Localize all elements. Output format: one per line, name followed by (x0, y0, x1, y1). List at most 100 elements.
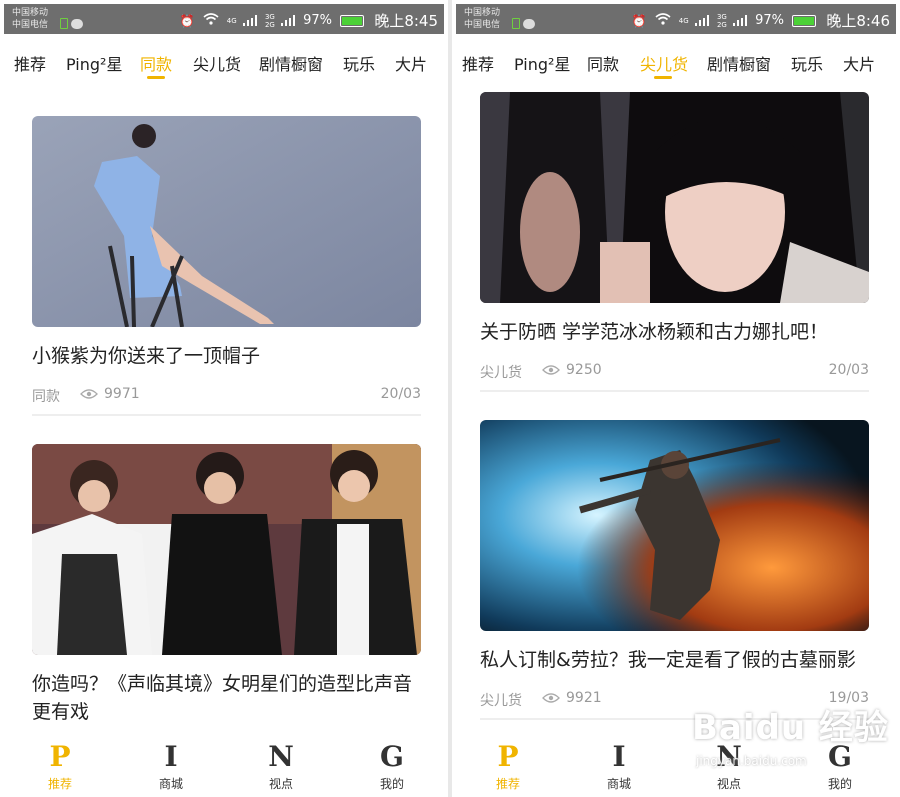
net-2g: 2G (716, 20, 727, 29)
wifi-icon (203, 13, 223, 28)
article-tag[interactable]: 尖儿货 (480, 690, 522, 710)
tab-hot-goods[interactable]: 尖儿货 (640, 51, 688, 75)
publish-date: 20/03 (828, 362, 869, 378)
carrier-2: 中国电信 (464, 20, 501, 30)
divider (480, 390, 869, 392)
message-icon (523, 18, 535, 29)
watermark-url: jingyan.baidu.com (696, 754, 807, 768)
signal-icon-2 (280, 15, 295, 26)
nav-label: 商城 (158, 777, 183, 791)
status-bar: 中国移动 中国电信 ⏰ 4G 3G 2G 97% 晚上8:45 (4, 4, 444, 34)
tab-fun[interactable]: 玩乐 (343, 51, 375, 75)
signal-icon (694, 15, 709, 26)
view-count: 9921 (566, 690, 602, 706)
tab-blockbuster[interactable]: 大片 (843, 51, 875, 75)
battery-icon (792, 14, 817, 27)
nav-label: 推荐 (47, 777, 72, 791)
network-type-2: 3G 2G (717, 13, 727, 29)
bottom-navigation: P 推荐 I 商城 N 视点 G 我的 (0, 740, 448, 797)
nav-mall[interactable]: I 商城 (141, 740, 201, 792)
alarm-icon: ⏰ (631, 13, 647, 28)
carrier-1: 中国移动 (464, 8, 501, 18)
nav-mall[interactable]: I 商城 (589, 740, 649, 792)
article-meta: 尖儿货 9250 20/03 (480, 362, 869, 382)
nav-label: 商城 (606, 777, 631, 791)
carrier-info: 中国移动 中国电信 (464, 7, 500, 31)
battery-percent: 97% (755, 13, 785, 28)
tab-same-style[interactable]: 同款 (140, 51, 172, 75)
status-right: ⏰ 4G 3G 2G 97% 晚上8:45 (180, 10, 438, 31)
article-title[interactable]: 私人订制&劳拉？我一定是看了假的古墓丽影 (480, 646, 869, 674)
carrier-1: 中国移动 (12, 8, 49, 18)
battery-icon (340, 14, 365, 27)
nav-recommend[interactable]: P 推荐 (478, 740, 538, 792)
nav-mine[interactable]: G 我的 (362, 740, 422, 792)
phone-screen-right: 中国移动 中国电信 ⏰ 4G 3G 2G 97% 晚上8:46 推荐 Ping²星… (452, 0, 900, 797)
tab-blockbuster[interactable]: 大片 (395, 51, 427, 75)
view-count: 9250 (566, 362, 602, 378)
article-image[interactable] (480, 92, 869, 303)
article-image[interactable] (32, 116, 421, 327)
eye-icon (542, 364, 560, 380)
tab-ping-star[interactable]: Ping²星 (66, 51, 122, 75)
network-type-2: 3G 2G (265, 13, 275, 29)
phone-screen-left: 中国移动 中国电信 ⏰ 4G 3G 2G 97% 晚上8:45 推荐 Ping²星… (0, 0, 448, 797)
article-tag[interactable]: 尖儿货 (480, 362, 522, 382)
alarm-icon: ⏰ (179, 13, 195, 28)
tab-recommend[interactable]: 推荐 (462, 51, 494, 75)
eye-icon (80, 388, 98, 404)
net-3g: 3G (716, 12, 727, 21)
i-icon: I (164, 740, 178, 773)
message-icon (71, 18, 83, 29)
status-bar: 中国移动 中国电信 ⏰ 4G 3G 2G 97% 晚上8:46 (456, 4, 896, 34)
view-count: 9971 (104, 386, 140, 402)
article-meta: 同款 9971 20/03 (32, 386, 421, 406)
carrier-2: 中国电信 (12, 20, 49, 30)
i-icon: I (612, 740, 626, 773)
sim-icon (60, 18, 68, 29)
tab-drama-window[interactable]: 剧情橱窗 (259, 51, 323, 75)
g-icon: G (380, 740, 404, 773)
active-tab-indicator (654, 76, 672, 79)
tab-ping-star[interactable]: Ping²星 (514, 51, 570, 75)
article-tag[interactable]: 同款 (32, 386, 60, 406)
signal-icon-2 (732, 15, 747, 26)
eye-icon (542, 692, 560, 708)
publish-date: 20/03 (380, 386, 421, 402)
net-2g: 2G (264, 20, 275, 29)
battery-percent: 97% (303, 13, 333, 28)
nav-viewpoint[interactable]: N 视点 (251, 740, 311, 792)
net-3g: 3G (264, 12, 275, 21)
article-image[interactable] (32, 444, 421, 655)
tab-hot-goods[interactable]: 尖儿货 (193, 51, 241, 75)
nav-recommend[interactable]: P 推荐 (30, 740, 90, 792)
article-title[interactable]: 小猴紫为你送来了一顶帽子 (32, 342, 421, 370)
n-icon: N (268, 740, 294, 773)
carrier-info: 中国移动 中国电信 (12, 7, 48, 31)
clock: 晚上8:45 (374, 12, 438, 30)
category-tabs: 推荐 Ping²星 同款 尖儿货 剧情橱窗 玩乐 大片 (452, 36, 900, 82)
tab-recommend[interactable]: 推荐 (14, 51, 46, 75)
p-icon: P (497, 740, 519, 773)
article-title[interactable]: 关于防晒 学学范冰冰杨颖和古力娜扎吧！ (480, 318, 869, 346)
active-tab-indicator (147, 76, 165, 79)
category-tabs: 推荐 Ping²星 同款 尖儿货 剧情橱窗 玩乐 大片 (0, 36, 448, 82)
signal-icon (242, 15, 257, 26)
tab-same-style[interactable]: 同款 (587, 51, 619, 75)
network-type: 4G (678, 16, 689, 25)
sim-icon (512, 18, 520, 29)
clock: 晚上8:46 (826, 12, 890, 30)
tab-drama-window[interactable]: 剧情橱窗 (707, 51, 771, 75)
divider (32, 414, 421, 416)
article-image[interactable] (480, 420, 869, 631)
nav-label: 视点 (268, 777, 293, 791)
tab-fun[interactable]: 玩乐 (791, 51, 823, 75)
nav-label: 推荐 (495, 777, 520, 791)
watermark-logo: Baidu 经验 (692, 708, 889, 748)
article-title[interactable]: 你造吗？《声临其境》女明星们的造型比声音更有戏 (32, 670, 421, 726)
p-icon: P (49, 740, 71, 773)
status-right: ⏰ 4G 3G 2G 97% 晚上8:46 (632, 10, 890, 31)
nav-label: 我的 (379, 777, 404, 791)
wifi-icon (655, 13, 675, 28)
baidu-watermark: Baidu 经验 jingyan.baidu.com (692, 700, 892, 780)
